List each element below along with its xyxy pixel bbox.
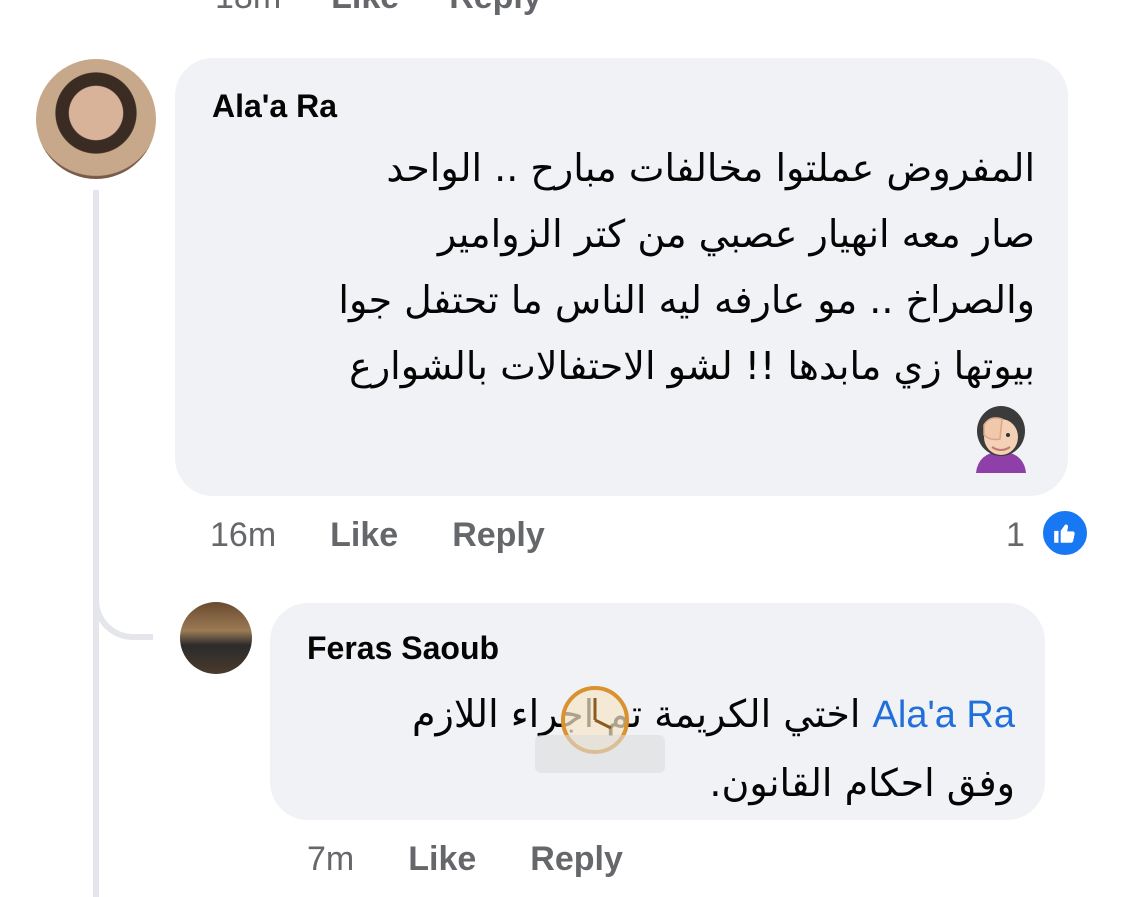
reply-button[interactable]: Reply [452, 516, 545, 555]
like-button[interactable]: Like [330, 516, 398, 555]
thread-line [93, 190, 99, 897]
thumbs-up-glyph [1054, 524, 1075, 543]
face-palm-emoji [976, 406, 1026, 473]
watermark-clock-logo [535, 686, 665, 773]
timestamp[interactable]: 16m [210, 516, 276, 555]
comment-line: بيوتها زي مابدها !! لشو الاحتفالات بالشو… [349, 344, 1035, 388]
comment-line: المفروض عملتوا مخالفات مبارح .. الواحد [386, 146, 1035, 190]
previous-comment-actions: 18m Like Reply [215, 0, 542, 17]
avatar[interactable] [36, 59, 156, 179]
timestamp[interactable]: 7m [307, 840, 354, 879]
previous-timestamp: 18m [215, 0, 281, 17]
previous-reply-button[interactable]: Reply [449, 0, 542, 17]
thumbs-up-icon[interactable] [1040, 508, 1090, 558]
previous-like-button[interactable]: Like [331, 0, 399, 17]
comment-line: صار معه انهيار عصبي من كتر الزوامير [437, 212, 1035, 256]
comment-actions: 7m Like Reply [307, 840, 623, 879]
mention-link[interactable]: Ala'a Ra [873, 694, 1015, 736]
reaction-count[interactable]: 1 [1006, 516, 1025, 555]
avatar[interactable] [180, 602, 252, 674]
like-button[interactable]: Like [408, 840, 476, 879]
comment-actions: 16m Like Reply [210, 516, 545, 555]
reply-connector [93, 560, 153, 640]
reply-button[interactable]: Reply [530, 840, 623, 879]
comment-text: المفروض عملتوا مخالفات مبارح .. الواحد ص… [205, 135, 1035, 399]
comment-author[interactable]: Feras Saoub [307, 630, 499, 667]
comment-line: والصراخ .. مو عارفه ليه الناس ما تحتفل ج… [338, 278, 1035, 322]
comment-author[interactable]: Ala'a Ra [212, 88, 337, 125]
